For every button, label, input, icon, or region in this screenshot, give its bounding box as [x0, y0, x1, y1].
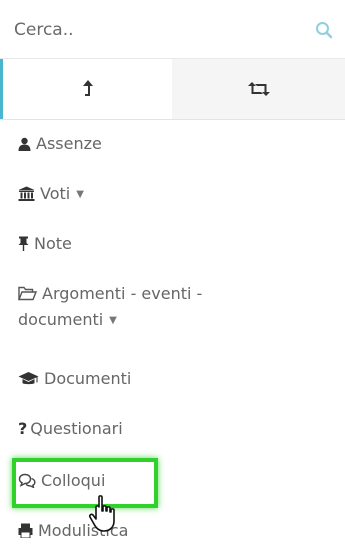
- retweet-icon: [247, 82, 270, 96]
- menu-label: Questionari: [30, 419, 123, 438]
- tab-upload[interactable]: [0, 59, 172, 119]
- graduation-cap-icon: [18, 372, 39, 385]
- pushpin-icon: [18, 236, 29, 251]
- search-bar: [0, 0, 345, 60]
- menu-item-assenze[interactable]: Assenze: [18, 131, 102, 157]
- question-icon: ?: [18, 419, 28, 438]
- menu-item-argomenti[interactable]: Argomenti - eventi - documenti ▼: [18, 281, 202, 334]
- menu-item-voti[interactable]: Voti ▼: [18, 181, 84, 208]
- printer-icon: [18, 523, 33, 538]
- menu-item-colloqui[interactable]: Colloqui: [18, 468, 105, 494]
- menu-label: Note: [34, 234, 72, 253]
- menu-item-note[interactable]: Note: [18, 231, 72, 257]
- user-icon: [18, 137, 31, 151]
- caret-down-icon: ▼: [76, 189, 84, 200]
- upload-arrow-icon: [82, 80, 93, 96]
- menu-label: Assenze: [36, 134, 102, 153]
- hand-cursor-icon: [88, 495, 115, 532]
- folder-open-icon: [18, 286, 37, 301]
- menu-label: Colloqui: [41, 471, 106, 490]
- menu-label-line1: Argomenti - eventi -: [42, 284, 203, 303]
- menu-label: Voti: [40, 184, 71, 203]
- search-icon[interactable]: [315, 21, 333, 39]
- menu-label: Documenti: [44, 369, 132, 388]
- bank-icon: [18, 186, 35, 201]
- tab-bar: [0, 58, 345, 120]
- menu-label-line2: documenti: [18, 310, 104, 329]
- caret-down-icon: ▼: [109, 315, 117, 326]
- tab-retweet[interactable]: [172, 59, 345, 119]
- menu-item-documenti[interactable]: Documenti: [18, 366, 131, 392]
- search-input[interactable]: [0, 0, 300, 60]
- comments-icon: [18, 473, 36, 488]
- menu-item-questionari[interactable]: ? Questionari: [18, 416, 123, 442]
